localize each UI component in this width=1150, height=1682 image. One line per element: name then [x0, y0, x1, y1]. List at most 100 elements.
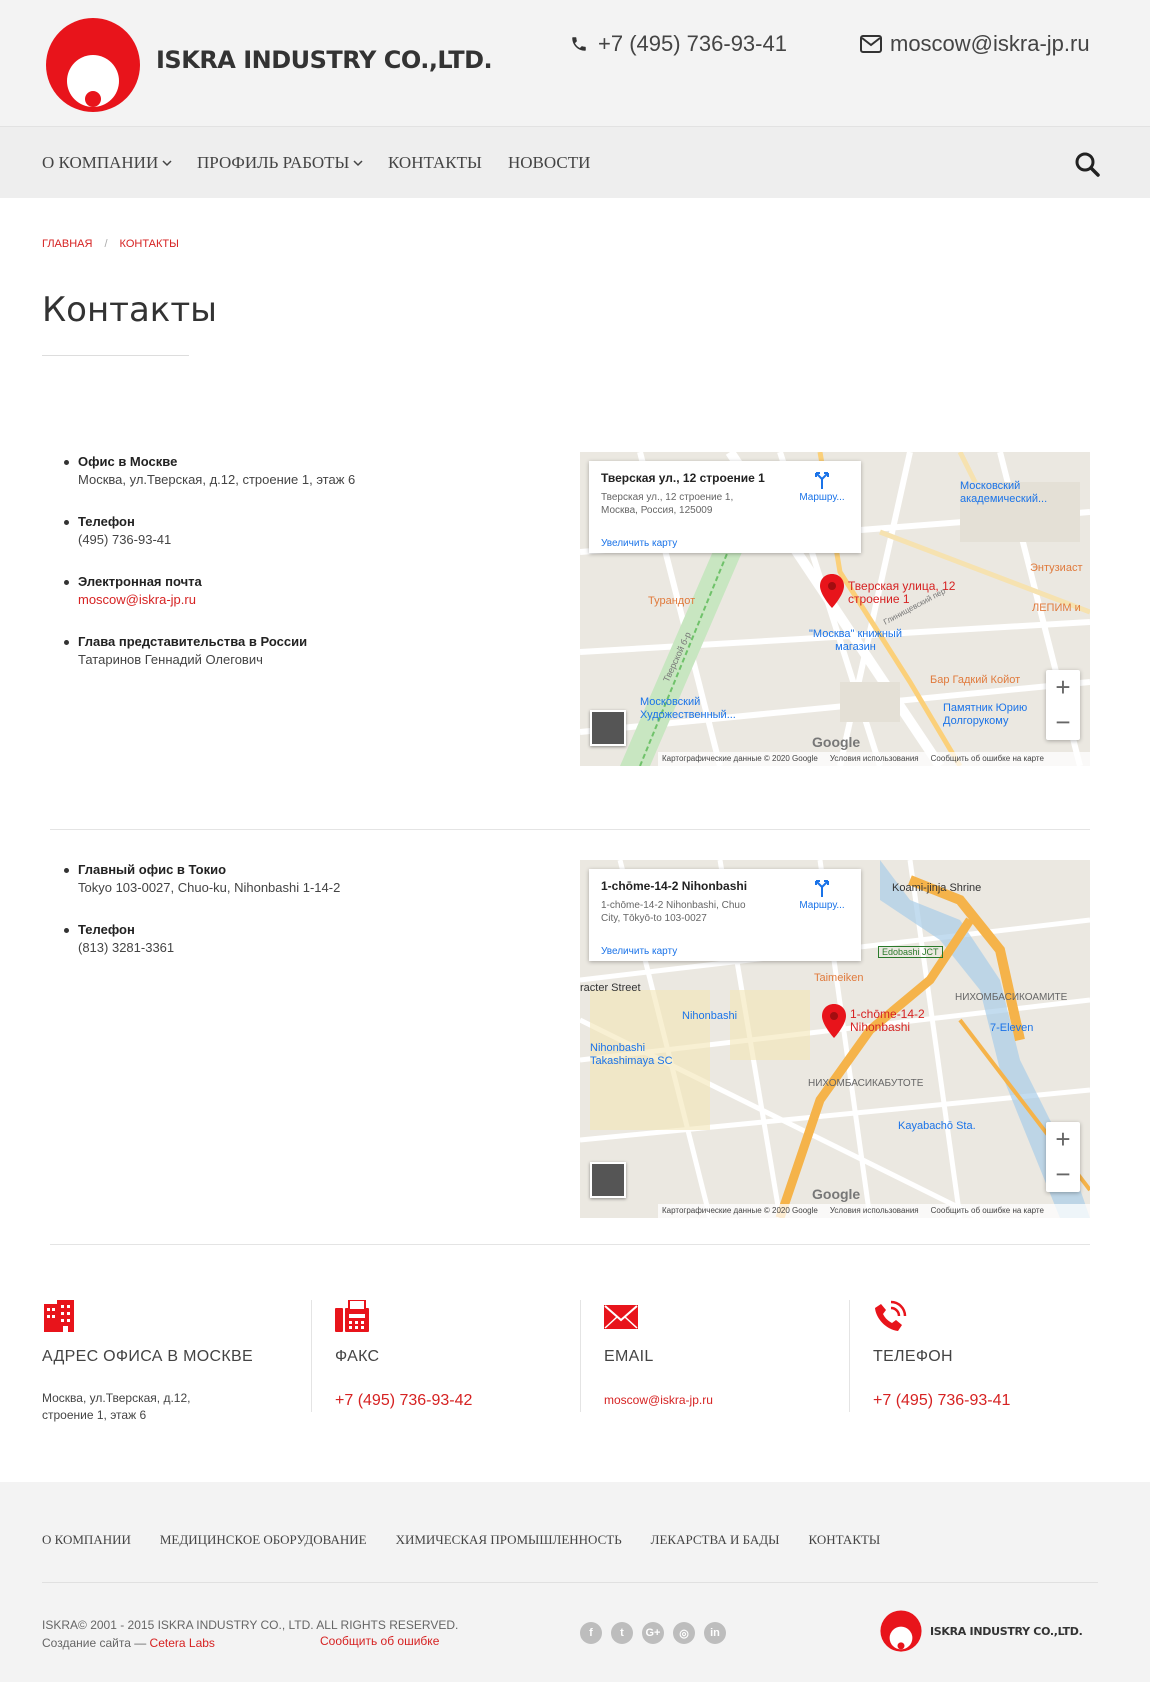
brand-name: ISKRA INDUSTRY CO.,LTD. [156, 46, 493, 74]
site-header: ISKRA INDUSTRY CO.,LTD. +7 (495) 736-93-… [0, 0, 1150, 126]
nav-item-contacts[interactable]: КОНТАКТЫ [388, 153, 482, 173]
zoom-in-button[interactable]: + [1046, 670, 1080, 705]
header-email-text: moscow@iskra-jp.ru [890, 31, 1090, 56]
footer-link-contacts[interactable]: КОНТАКТЫ [809, 1532, 881, 1548]
footer-link-about[interactable]: О КОМПАНИИ [42, 1532, 131, 1548]
map-report-link[interactable]: Сообщить об ошибке на карте [931, 754, 1044, 764]
map-place-label: Памятник Юрию Долгорукому [943, 702, 1028, 727]
map-pin-icon[interactable] [820, 574, 844, 608]
cetera-labs-link[interactable]: Cetera Labs [150, 1636, 215, 1650]
footer-logo-icon[interactable] [880, 1610, 922, 1652]
feature-title: ФАКС [335, 1348, 380, 1365]
map-card-address: Тверская ул., 12 строение 1, Москва, Рос… [601, 492, 734, 516]
social-links: f t G+ ◎ in [580, 1622, 726, 1644]
list-item: Телефон (813) 3281-3361 [62, 921, 340, 957]
phone-icon [572, 37, 586, 51]
linkedin-icon[interactable]: in [704, 1622, 726, 1644]
directions-icon [815, 880, 829, 897]
chevron-down-icon [162, 160, 172, 167]
nav-item-label: НОВОСТИ [508, 153, 591, 172]
contact-features: АДРЕС ОФИСА В МОСКВЕ Москва, ул.Тверская… [0, 1300, 1150, 1422]
zoom-out-button[interactable]: − [1046, 705, 1080, 740]
footer-brand-name: ISKRA INDUSTRY CO.,LTD. [930, 1625, 1083, 1638]
header-phone-link[interactable]: +7 (495) 736-93-41 [570, 31, 787, 57]
list-item: Главный офис в Токио Tokyo 103-0027, Chu… [62, 861, 340, 897]
search-icon[interactable] [1074, 151, 1100, 177]
moscow-map[interactable]: Тверская ул., 12 строение 1 Тверская ул.… [580, 452, 1090, 766]
envelope-icon [604, 1305, 638, 1329]
list-item: Телефон (495) 736-93-41 [62, 513, 355, 549]
nav-item-label: ПРОФИЛЬ РАБОТЫ [197, 153, 350, 172]
zoom-out-button[interactable]: − [1046, 1157, 1080, 1192]
map-attribution: Картографические данные © 2020 Google Ус… [658, 752, 1090, 766]
map-info-card: 1-chōme-14-2 Nihonbashi 1-chōme-14-2 Nih… [589, 869, 861, 961]
section-divider [50, 829, 1090, 830]
breadcrumb: ГЛАВНАЯ / КОНТАКТЫ [42, 238, 179, 250]
map-pin-icon[interactable] [822, 1004, 846, 1038]
map-place-label: "Москва" книжный магазин [809, 628, 902, 653]
footer-link-medical[interactable]: МЕДИЦИНСКОЕ ОБОРУДОВАНИЕ [160, 1532, 367, 1548]
building-icon [44, 1300, 74, 1332]
nav-item-about[interactable]: О КОМПАНИИ [42, 153, 172, 173]
google-plus-icon[interactable]: G+ [642, 1622, 664, 1644]
phone-link[interactable]: +7 (495) 736-93-41 [873, 1392, 1010, 1409]
twitter-icon[interactable]: t [611, 1622, 633, 1644]
map-place-label: Kayabachō Sta. [898, 1120, 976, 1132]
map-place-label: Taimeiken [814, 972, 864, 984]
map-place-label: Энтузиаст [1030, 562, 1083, 574]
list-item: Глава представительства в России Татарин… [62, 633, 355, 669]
email-link[interactable]: moscow@iskra-jp.ru [604, 1392, 713, 1409]
map-route-button[interactable]: Маршру... [794, 879, 850, 911]
item-label: Электронная почта [78, 574, 202, 589]
feature-address: АДРЕС ОФИСА В МОСКВЕ Москва, ул.Тверская… [42, 1300, 292, 1422]
map-report-link[interactable]: Сообщить об ошибке на карте [931, 1206, 1044, 1216]
map-place-label: Московский Художественный... [640, 696, 736, 721]
item-value: Москва, ул.Тверская, д.12, строение 1, э… [78, 472, 356, 487]
map-route-button[interactable]: Маршру... [794, 471, 850, 503]
item-label: Телефон [78, 514, 135, 529]
feature-phone: ТЕЛЕФОН +7 (495) 736-93-41 [873, 1300, 1103, 1412]
map-place-label: Nihonbashi [682, 1010, 738, 1022]
footer-link-medicine[interactable]: ЛЕКАРСТВА И БАДЫ [651, 1532, 780, 1548]
address-line-2: строение 1, этаж 6 [42, 1408, 147, 1422]
map-place-label: НИХОМБАСИКОАМИТЕ [955, 992, 1068, 1003]
map-enlarge-link[interactable]: Увеличить карту [601, 946, 677, 957]
zoom-in-button[interactable]: + [1046, 1122, 1080, 1157]
satellite-toggle[interactable] [590, 710, 626, 746]
directions-icon [815, 472, 829, 489]
item-value: (495) 736-93-41 [78, 532, 172, 547]
fax-icon [335, 1300, 369, 1332]
map-place-label: ЛЕПИМ и [1032, 602, 1081, 614]
map-place-label: Московский академический... [960, 480, 1048, 505]
nav-item-work-profile[interactable]: ПРОФИЛЬ РАБОТЫ [197, 153, 363, 173]
nav-item-news[interactable]: НОВОСТИ [508, 153, 590, 173]
map-card-address: 1-chōme-14-2 Nihonbashi, Chuo City, Tōky… [601, 900, 746, 924]
map-terms-link[interactable]: Условия использования [830, 1206, 919, 1216]
footer-link-chemical[interactable]: ХИМИЧЕСКАЯ ПРОМЫШЛЕННОСТЬ [396, 1532, 622, 1548]
map-place-label: 7-Eleven [990, 1022, 1034, 1034]
feature-title: ТЕЛЕФОН [873, 1348, 953, 1365]
map-route-label: Маршру... [799, 492, 845, 503]
header-email-link[interactable]: moscow@iskra-jp.ru [860, 31, 1090, 57]
fax-link[interactable]: +7 (495) 736-93-42 [335, 1392, 472, 1409]
map-zoom-controls: + − [1046, 1122, 1080, 1192]
feature-value: Москва, ул.Тверская, д.12, строение 1, э… [42, 1390, 190, 1424]
facebook-icon[interactable]: f [580, 1622, 602, 1644]
instagram-icon[interactable]: ◎ [673, 1622, 695, 1644]
email-link[interactable]: moscow@iskra-jp.ru [78, 591, 355, 609]
satellite-toggle[interactable] [590, 1162, 626, 1198]
header-phone-text: +7 (495) 736-93-41 [598, 31, 787, 56]
tokyo-map[interactable]: 1-chōme-14-2 Nihonbashi 1-chōme-14-2 Nih… [580, 860, 1090, 1218]
map-place-label: racter Street [580, 982, 641, 994]
item-label: Телефон [78, 922, 135, 937]
map-terms-link[interactable]: Условия использования [830, 754, 919, 764]
item-label: Главный офис в Токио [78, 862, 227, 877]
breadcrumb-home[interactable]: ГЛАВНАЯ [42, 238, 92, 250]
site-footer: О КОМПАНИИ МЕДИЦИНСКОЕ ОБОРУДОВАНИЕ ХИМИ… [0, 1482, 1150, 1682]
map-place-label: НИХОМБАСИКАБУТОТЕ [808, 1078, 924, 1089]
map-info-card: Тверская ул., 12 строение 1 Тверская ул.… [589, 461, 861, 553]
map-enlarge-link[interactable]: Увеличить карту [601, 538, 677, 549]
report-error-link[interactable]: Сообщить об ошибке [320, 1634, 439, 1648]
chevron-down-icon [353, 160, 363, 167]
breadcrumb-separator: / [104, 238, 108, 250]
